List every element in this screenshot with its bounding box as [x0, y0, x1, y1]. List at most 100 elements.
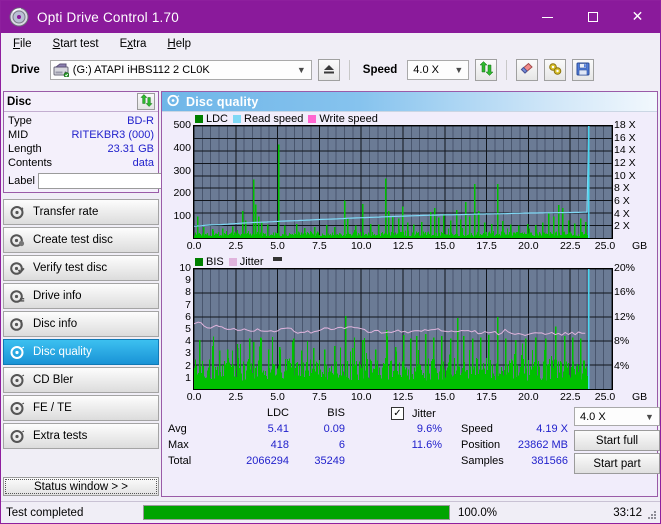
legend-item-ldc: LDC [195, 113, 228, 125]
progress-percent: 100.0% [458, 506, 498, 519]
resize-grip-icon[interactable] [647, 510, 657, 520]
stats-ldc-max: 418 [270, 439, 289, 451]
legend-swatch-bis [195, 257, 203, 266]
extra-tests-icon [10, 429, 25, 444]
disc-speed-icon [10, 205, 25, 220]
bis-y2-axis: 20% 16% 12% 8% 4% [613, 262, 653, 390]
test-speed-select[interactable]: 4.0 X ▼ [574, 407, 660, 426]
disc-quality-icon [167, 94, 180, 110]
y2-tick: 12% [614, 310, 636, 323]
legend-item-read-speed: Read speed [233, 113, 303, 125]
refresh-button[interactable] [475, 59, 498, 81]
stats-position-value: 23862 MB [517, 439, 568, 451]
disc-value: BD-R [127, 115, 154, 127]
disc-row-length: Length 23.31 GB [8, 142, 154, 156]
y2-tick: 8 X [614, 182, 630, 195]
y-tick: 10 [179, 262, 191, 274]
main-panel-title: Disc quality [186, 94, 259, 109]
tools-button[interactable] [544, 59, 567, 81]
y-tick: 100 [173, 210, 191, 223]
menu-bar: FFileile Start test Extra Help [1, 33, 660, 55]
legend-swatch-jitter [228, 257, 237, 266]
refresh-icon [139, 93, 153, 110]
sidebar-item-extra-tests[interactable]: Extra tests [3, 423, 159, 449]
stats-jitter-avg: 9.6% [416, 423, 442, 435]
progress-fill [144, 506, 449, 519]
x-tick: 15.0 [434, 391, 456, 403]
y2-tick: 12 X [614, 157, 636, 169]
disc-panel-title: Disc [7, 95, 32, 108]
y2-tick: 4 X [614, 207, 630, 220]
title-bar: Opti Drive Control 1.70 ✕ [1, 1, 660, 33]
x-tick: 10.0 [350, 240, 372, 252]
save-button[interactable] [572, 59, 595, 81]
y-tick: 7 [185, 298, 191, 311]
disc-refresh-button[interactable] [137, 93, 155, 110]
eject-button[interactable] [317, 59, 340, 81]
stats-jitter-max: 11.6% [411, 439, 442, 451]
bis-chart-legend: BIS Jitter [162, 255, 657, 268]
nav-list: Transfer rate Create test disc Verify te… [3, 199, 159, 449]
menu-file[interactable]: FFileile [11, 36, 34, 52]
speed-label: Speed [362, 64, 398, 76]
save-icon [576, 62, 590, 79]
ldc-chart: LDC Read speed Write speed 500 400 300 2… [162, 112, 657, 254]
sidebar-item-fe-te[interactable]: FE / TE [3, 395, 159, 421]
sidebar-item-verify-test-disc[interactable]: Verify test disc [3, 255, 159, 281]
stats-row-avg: Avg [168, 423, 187, 435]
x-tick: 22.5 [559, 240, 581, 252]
x-tick: 0.0 [186, 240, 202, 252]
legend-item-jitter: Jitter [228, 256, 264, 268]
y2-tick: 4% [614, 359, 630, 372]
disc-write-icon [10, 233, 25, 248]
x-tick: 12.5 [392, 391, 414, 403]
erase-button[interactable] [516, 59, 539, 81]
y-tick: 400 [173, 141, 191, 154]
sidebar-item-disc-quality[interactable]: Disc quality [3, 339, 159, 365]
stats-col-ldc: LDC [266, 407, 289, 419]
disc-key: MID [8, 129, 29, 141]
legend-item-bis: BIS [195, 256, 224, 268]
y2-tick: 10 X [614, 169, 636, 182]
status-window-button[interactable]: Status window > > [3, 477, 159, 496]
x-tick: 5.0 [270, 391, 285, 403]
sidebar-item-transfer-rate[interactable]: Transfer rate [3, 199, 159, 225]
start-part-button[interactable]: Start part [574, 453, 660, 474]
jitter-checkbox[interactable]: ✓ [391, 407, 404, 420]
sidebar-item-cd-bler[interactable]: CD Bler [3, 367, 159, 393]
y-tick: 9 [185, 274, 191, 287]
stats-row-max: Max [168, 439, 189, 451]
x-tick: 7.5 [312, 391, 327, 403]
start-full-button[interactable]: Start full [574, 430, 660, 451]
x-tick: 17.5 [476, 240, 497, 252]
chevron-down-icon: ▼ [645, 411, 654, 422]
sidebar-item-drive-info[interactable]: Drive info [3, 283, 159, 309]
y2-tick: 14 X [614, 144, 636, 157]
stats-ldc-total: 2066294 [246, 455, 289, 467]
ldc-y-axis: 500 400 300 200 100 [162, 119, 193, 239]
legend-label: Read speed [244, 112, 304, 125]
close-button[interactable]: ✕ [615, 1, 660, 33]
sidebar-item-label: Verify test disc [33, 262, 108, 274]
maximize-button[interactable] [570, 1, 615, 33]
speed-select[interactable]: 4.0 X ▼ [407, 60, 470, 80]
sidebar-item-label: Transfer rate [33, 206, 99, 218]
x-tick: 0.0 [186, 391, 202, 403]
sidebar-item-disc-info[interactable]: Disc info [3, 311, 159, 337]
minimize-button[interactable] [525, 1, 570, 33]
chevron-down-icon: ▼ [296, 65, 306, 75]
menu-start-test[interactable]: Start test [51, 36, 101, 52]
stats-bis-avg: 0.09 [323, 423, 345, 435]
sidebar-item-create-test-disc[interactable]: Create test disc [3, 227, 159, 253]
x-tick: 15.0 [434, 240, 456, 252]
disc-label-key: Label [8, 174, 35, 187]
x-tick: 20.0 [518, 391, 539, 403]
bis-plot-row: 10 9 8 7 6 5 4 3 2 1 20% 16% 12% 8% 4% [162, 262, 657, 390]
drive-select[interactable]: (G:) ATAPI iHBS112 2 CL0K ▼ [49, 60, 312, 80]
x-tick: 10.0 [350, 391, 372, 403]
menu-help[interactable]: Help [165, 36, 193, 52]
legend-item-write-speed: Write speed [308, 113, 378, 125]
menu-extra[interactable]: Extra [118, 36, 149, 52]
maximize-icon [587, 12, 598, 22]
y-tick: 3 [185, 347, 191, 360]
